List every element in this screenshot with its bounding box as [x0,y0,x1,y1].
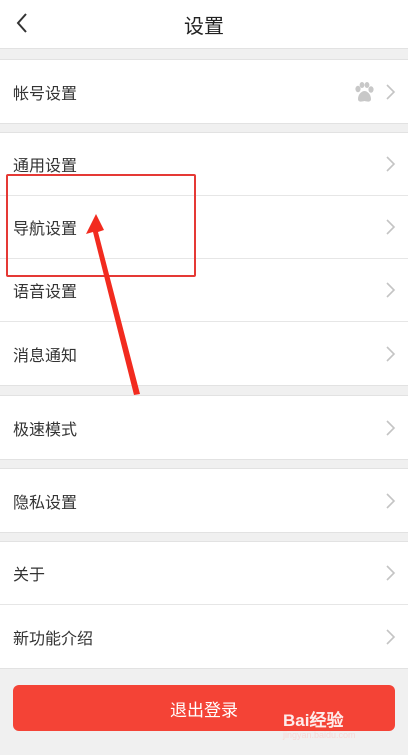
logout-label: 退出登录 [170,700,238,721]
chevron-right-icon [386,628,396,645]
annotation-highlight-box [6,174,196,277]
chevron-right-icon [386,282,396,298]
privacy-section: 隐私设置 [0,468,408,533]
account-section: 帐号设置 [0,59,408,124]
settings-item-new-features[interactable]: 新功能介绍 [0,605,408,668]
chevron-right-icon [386,83,396,100]
settings-item-speed-mode[interactable]: 极速模式 [0,396,408,459]
settings-item-label: 通用设置 [13,156,78,175]
settings-item-account[interactable]: 帐号设置 [0,60,408,123]
settings-item-label: 帐号设置 [13,83,78,103]
chevron-right-icon [386,345,396,362]
watermark-url: jingyan.baidu.com [283,730,356,740]
settings-item-privacy[interactable]: 隐私设置 [0,469,408,532]
settings-item-label: 消息通知 [13,345,78,365]
chevron-right-icon [386,492,396,509]
chevron-right-icon [386,419,396,436]
settings-item-label: 关于 [13,565,46,584]
chevron-right-icon [386,219,396,235]
settings-item-label: 新功能介绍 [13,628,94,648]
settings-item-label: 语音设置 [13,282,78,301]
settings-item-label: 极速模式 [13,419,78,439]
chevron-right-icon [386,565,396,581]
chevron-right-icon [386,156,396,172]
watermark-brand: Bai经验 [283,711,344,730]
speed-section: 极速模式 [0,395,408,460]
settings-item-about[interactable]: 关于 [0,542,408,605]
baidu-jingyan-watermark: Bai经验 jingyan.baidu.com [283,706,393,740]
baidu-paw-icon [355,81,374,102]
page-title: 设置 [184,14,224,38]
about-section: 关于 新功能介绍 [0,541,408,669]
settings-item-notifications[interactable]: 消息通知 [0,322,408,385]
header-bar: 设置 [0,0,408,49]
settings-item-label: 隐私设置 [13,492,78,512]
